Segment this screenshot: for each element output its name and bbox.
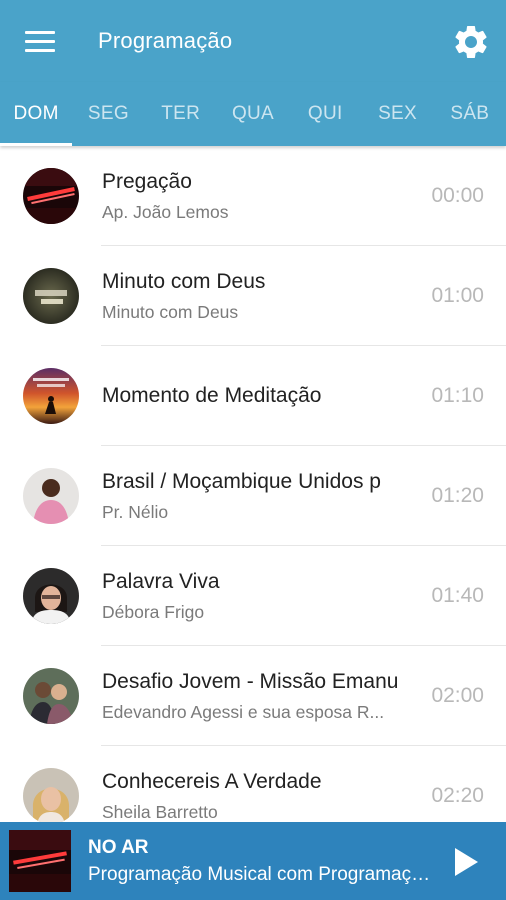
program-avatar [23,568,79,624]
menu-icon[interactable] [14,21,66,61]
list-item[interactable]: Palavra Viva Débora Frigo 01:40 [0,546,506,646]
now-playing-thumbnail [9,830,71,892]
tab-dom[interactable]: DOM [0,82,73,146]
tab-qua[interactable]: QUA [217,82,289,146]
program-title: Momento de Meditação [102,384,322,407]
program-title: Brasil / Moçambique Unidos p [102,470,381,493]
program-title: Desafio Jovem - Missão Emanu [102,670,399,693]
program-time: 01:40 [431,584,484,607]
program-host: Ap. João Lemos [102,202,229,222]
program-host: Pr. Nélio [102,502,169,522]
list-item[interactable]: Pregação Ap. João Lemos 00:00 [0,146,506,246]
program-host: Débora Frigo [102,602,205,622]
list-item[interactable]: Minuto com Deus Minuto com Deus 01:00 [0,246,506,346]
program-host: Minuto com Deus [102,302,239,322]
program-host: Edevandro Agessi e sua esposa R... [102,702,385,722]
list-item[interactable]: Desafio Jovem - Missão Emanu Edevandro A… [0,646,506,746]
tab-ter[interactable]: TER [145,82,217,146]
list-item[interactable]: Conhecereis A Verdade Sheila Barretto 02… [0,746,506,822]
program-time: 02:20 [431,784,484,807]
program-time: 02:00 [431,684,484,707]
list-item[interactable]: Momento de Meditação 01:10 [0,346,506,446]
schedule-list: Pregação Ap. João Lemos 00:00 Minuto com… [0,146,506,822]
app-bar: Programação [0,0,506,82]
program-host: Sheila Barretto [102,802,218,822]
program-title: Pregação [102,170,192,193]
list-item[interactable]: Brasil / Moçambique Unidos p Pr. Nélio 0… [0,446,506,546]
program-time: 01:20 [431,484,484,507]
now-playing-program: Programação Musical com Programação Musi… [88,864,432,885]
program-avatar [23,168,79,224]
tab-sex[interactable]: SEX [361,82,433,146]
play-icon[interactable] [446,842,486,882]
page-title: Programação [98,28,233,53]
program-title: Conhecereis A Verdade [102,770,322,793]
app-root: Programação DOM SEG TER QUA QUI SEX SÁB [0,0,506,900]
program-time: 01:10 [431,384,484,407]
tab-sab[interactable]: SÁB [434,82,506,146]
live-status-label: NO AR [88,837,149,858]
program-avatar [23,768,79,822]
program-time: 01:00 [431,284,484,307]
program-avatar [23,468,79,524]
day-tabs: DOM SEG TER QUA QUI SEX SÁB [0,82,506,146]
now-playing-bar[interactable]: NO AR Programação Musical com Programaçã… [0,822,506,900]
program-avatar [23,668,79,724]
program-time: 00:00 [431,184,484,207]
program-avatar [23,268,79,324]
tab-seg[interactable]: SEG [72,82,144,146]
program-avatar [23,368,79,424]
program-title: Palavra Viva [102,570,220,593]
gear-icon[interactable] [450,21,492,63]
program-title: Minuto com Deus [102,270,266,293]
tab-qui[interactable]: QUI [289,82,361,146]
